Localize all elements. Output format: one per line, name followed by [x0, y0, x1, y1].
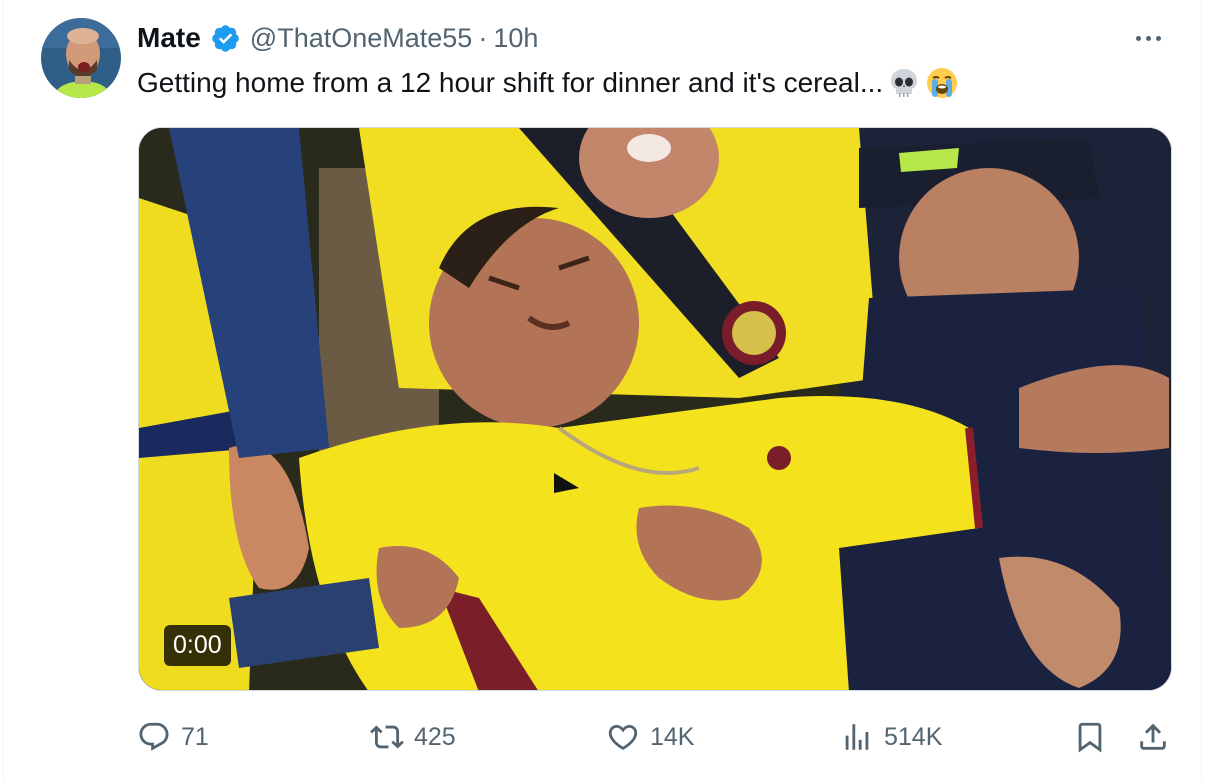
author-name[interactable]: Mate: [137, 22, 201, 54]
like-button[interactable]: 14K: [606, 714, 694, 760]
video-frame: [139, 128, 1171, 690]
share-icon: [1140, 723, 1166, 750]
separator-dot: ·: [478, 22, 488, 53]
tweet-time[interactable]: 10h: [493, 23, 538, 54]
reply-button[interactable]: 71: [137, 714, 209, 760]
more-icon[interactable]: [1131, 28, 1165, 48]
reply-count: 71: [181, 722, 209, 751]
share-button[interactable]: [1136, 714, 1170, 760]
views-icon: [845, 724, 869, 750]
avatar-image: [41, 18, 121, 98]
skull-emoji: [887, 66, 921, 100]
action-bar: 71 425 14K 514K: [137, 714, 1177, 760]
tweet-header: Mate @ThatOneMate55 · 10h: [137, 20, 538, 56]
loudly-crying-emoji: [925, 66, 959, 100]
tweet-text-row: Getting home from a 12 hour shift for di…: [137, 64, 959, 102]
retweet-button[interactable]: 425: [370, 714, 456, 760]
views-button[interactable]: 514K: [840, 714, 942, 760]
heart-icon: [608, 724, 638, 750]
verified-badge-icon: [210, 23, 241, 54]
video-timestamp: 0:00: [164, 625, 231, 666]
reply-icon: [139, 722, 169, 751]
video-player[interactable]: 0:00: [138, 127, 1172, 691]
author-handle[interactable]: @ThatOneMate55: [250, 23, 473, 54]
avatar[interactable]: [41, 18, 121, 98]
views-count: 514K: [884, 722, 943, 751]
tweet-card[interactable]: Mate @ThatOneMate55 · 10h Getting home f…: [3, 0, 1202, 782]
tweet-text: Getting home from a 12 hour shift for di…: [137, 67, 884, 98]
retweet-icon: [370, 725, 404, 749]
bookmark-icon: [1078, 722, 1102, 753]
retweet-count: 425: [414, 722, 456, 751]
bookmark-button[interactable]: [1073, 714, 1107, 760]
like-count: 14K: [650, 722, 695, 751]
